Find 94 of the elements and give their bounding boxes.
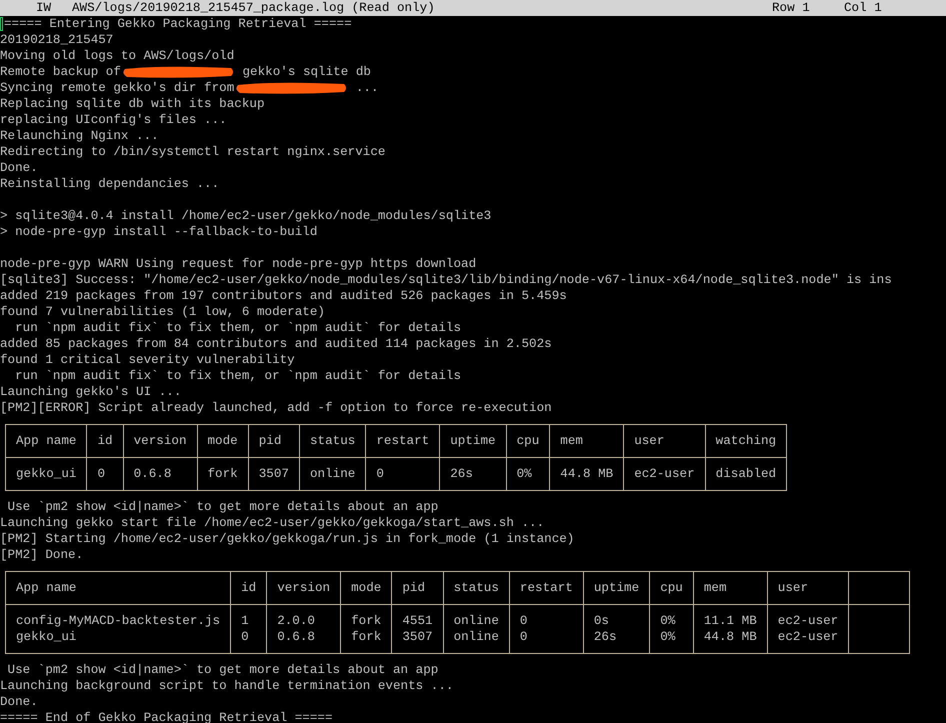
column-header: mode bbox=[197, 424, 248, 458]
table-cell: ec2-user bbox=[767, 604, 849, 629]
column-header: user bbox=[767, 572, 849, 604]
log-line: Remote backup of bbox=[0, 64, 121, 80]
log-line: Relaunching Nginx ... bbox=[0, 128, 159, 144]
column-header: restart bbox=[366, 424, 440, 458]
column-indicator: Col 1 bbox=[844, 0, 882, 16]
log-line: [PM2] Done. bbox=[0, 547, 84, 563]
text-cursor bbox=[0, 17, 3, 31]
column-header: restart bbox=[509, 572, 584, 604]
log-line: Use `pm2 show <id|name>` to get more details about an app bbox=[6, 499, 438, 515]
log-line: run `npm audit fix` to fix them, or `npm audit` for details bbox=[14, 320, 462, 336]
mode-indicator: IW bbox=[36, 0, 52, 16]
log-line: Replacing sqlite db with its backup bbox=[0, 96, 265, 112]
column-header: cpu bbox=[506, 424, 550, 458]
table-cell: fork bbox=[340, 604, 392, 629]
column-header: status bbox=[443, 572, 510, 604]
column-header: user bbox=[624, 424, 706, 458]
column-header: App name bbox=[6, 572, 231, 604]
log-line: Syncing remote gekko's dir from bbox=[0, 80, 234, 96]
table-cell: 3507 bbox=[248, 458, 300, 490]
log-line: [PM2][ERROR] Script already launched, add -f option to force re-execution bbox=[0, 400, 552, 416]
log-line: Redirecting to /bin/systemctl restart nginx.service bbox=[0, 144, 386, 160]
column-header: cpu bbox=[650, 572, 694, 604]
log-line: Done. bbox=[0, 694, 38, 710]
table-cell: 0 bbox=[366, 458, 440, 490]
log-line: found 1 critical severity vulnerability bbox=[0, 352, 295, 368]
log-line: added 219 packages from 197 contributors and audited 526 packages in 5.459s bbox=[0, 288, 567, 304]
table-cell: 0.6.8 bbox=[123, 458, 197, 490]
table-cell: 44.8 MB bbox=[693, 629, 768, 654]
column-header: App name bbox=[6, 424, 87, 458]
log-line: ===== Entering Gekko Packaging Retrieval ===== bbox=[4, 16, 352, 32]
column-header: pid bbox=[248, 424, 300, 458]
log-line: > sqlite3@4.0.4 install /home/ec2-user/gekko/node_modules/sqlite3 bbox=[0, 208, 492, 224]
column-header: pid bbox=[392, 572, 444, 604]
table-cell: gekko_ui bbox=[6, 458, 87, 490]
file-name: AWS/logs/20190218_215457_package.log (Read only) bbox=[72, 0, 436, 16]
table-cell: 0% bbox=[650, 629, 694, 654]
log-line: > node-pre-gyp install --fallback-to-build bbox=[0, 224, 318, 240]
log-line: added 85 packages from 84 contributors and audited 114 packages in 2.502s bbox=[0, 336, 552, 352]
table-cell: 0 bbox=[509, 604, 584, 629]
column-header: mem bbox=[550, 424, 624, 458]
column-header: id bbox=[86, 424, 124, 458]
table-cell: 0s bbox=[583, 604, 650, 629]
column-header: uptime bbox=[583, 572, 650, 604]
table-cell: 44.8 MB bbox=[550, 458, 624, 490]
log-line: Done. bbox=[0, 160, 38, 176]
table-cell: 0 bbox=[86, 458, 124, 490]
column-header: version bbox=[123, 424, 197, 458]
table-cell: 0% bbox=[506, 458, 550, 490]
log-line: Use `pm2 show <id|name>` to get more details about an app bbox=[6, 662, 438, 678]
column-header: uptime bbox=[440, 424, 506, 458]
table-cell: 26s bbox=[440, 458, 506, 490]
log-line: node-pre-gyp WARN Using request for node-pre-gyp https download bbox=[0, 256, 476, 272]
column-header: id bbox=[230, 572, 267, 604]
log-line: gekko's sqlite db bbox=[241, 64, 371, 80]
log-line: found 7 vulnerabilities (1 low, 6 moderate) bbox=[0, 304, 325, 320]
log-line: ... bbox=[354, 80, 379, 96]
table-cell: 3507 bbox=[392, 629, 444, 654]
table-cell: 1 bbox=[230, 604, 267, 629]
log-line: replacing UIconfig's files ... bbox=[0, 112, 227, 128]
log-line: Launching background script to handle termination events ... bbox=[0, 678, 454, 694]
column-header: watching bbox=[705, 424, 787, 458]
column-header: mode bbox=[340, 572, 392, 604]
table-cell: 4551 bbox=[392, 604, 444, 629]
table-cell: 11.1 MB bbox=[693, 604, 768, 629]
log-line: 20190218_215457 bbox=[0, 32, 114, 48]
log-line: [sqlite3] Success: "/home/ec2-user/gekko/node_modules/sqlite3/lib/binding/node-v67-linux-x64/node_sqlite3.node" is ins bbox=[0, 272, 892, 288]
table-cell: 0% bbox=[650, 604, 694, 629]
table-cell: gekko_ui bbox=[6, 629, 231, 654]
log-line: Launching gekko start file /home/ec2-user/gekko/gekkoga/start_aws.sh ... bbox=[0, 515, 544, 531]
table-cell: fork bbox=[340, 629, 392, 654]
table-cell: 0.6.8 bbox=[266, 629, 341, 654]
table-cell: online bbox=[443, 604, 510, 629]
table-cell: 2.0.0 bbox=[266, 604, 341, 629]
log-line: Launching gekko's UI ... bbox=[0, 384, 182, 400]
table-cell: online bbox=[443, 629, 510, 654]
table-cell: fork bbox=[197, 458, 248, 490]
table-cell: ec2-user bbox=[767, 629, 849, 654]
table-cell: ec2-user bbox=[624, 458, 706, 490]
table-cell: config-MyMACD-backtester.js bbox=[6, 604, 231, 629]
log-line: [PM2] Starting /home/ec2-user/gekko/gekkoga/run.js in fork_mode (1 instance) bbox=[0, 531, 574, 547]
table-cell: 26s bbox=[583, 629, 650, 654]
column-header: mem bbox=[693, 572, 768, 604]
column-header: version bbox=[266, 572, 341, 604]
row-indicator: Row 1 bbox=[772, 0, 811, 16]
log-line: Moving old logs to AWS/logs/old bbox=[0, 48, 234, 64]
table-cell: online bbox=[299, 458, 366, 490]
table-cell: 0 bbox=[509, 629, 584, 654]
table-cell: 0 bbox=[230, 629, 267, 654]
table-cell: disabled bbox=[705, 458, 787, 490]
column-header: status bbox=[299, 424, 366, 458]
log-line: run `npm audit fix` to fix them, or `npm audit` for details bbox=[14, 368, 462, 384]
log-line: Reinstalling dependancies ... bbox=[0, 176, 220, 192]
